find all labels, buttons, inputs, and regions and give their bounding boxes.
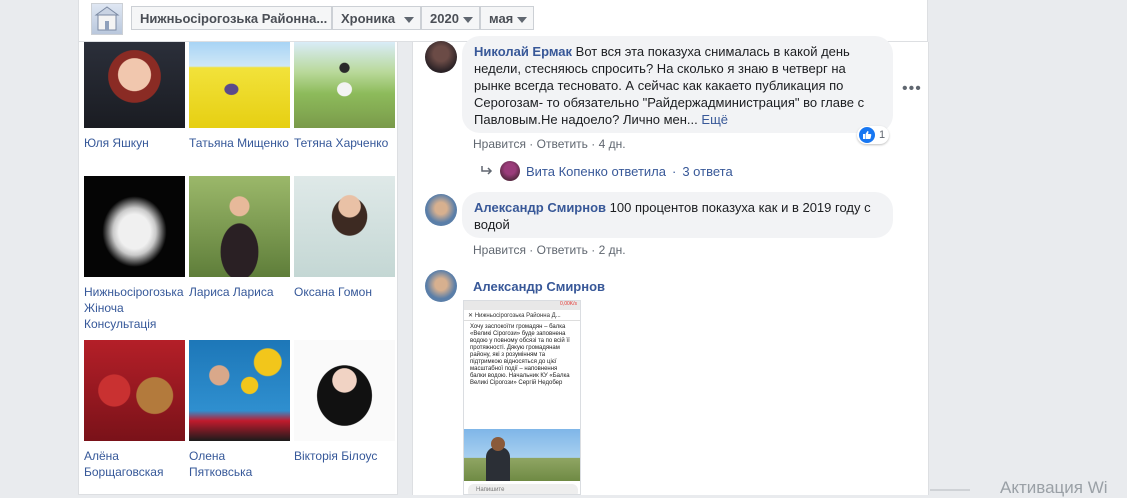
friend-name-link[interactable]: Оксана Гомон xyxy=(294,284,395,300)
attachment-post-text: Хочу заспокоїти громадян – балка «Великі… xyxy=(470,324,570,386)
chevron-down-icon xyxy=(463,17,473,23)
attachment-header-text: Нижньосірогозька Районна Д... xyxy=(474,313,561,319)
section-label: Хроника xyxy=(341,11,396,26)
friend-photo[interactable] xyxy=(189,340,290,441)
attachment-header: ✕ Нижньосірогозька Районна Д... xyxy=(464,310,580,321)
reply-arrow-icon xyxy=(481,166,493,175)
friend-name-link[interactable]: Нижньосірогозька Жіноча Консультація xyxy=(84,284,185,332)
friend-item[interactable]: Юля Яшкун xyxy=(84,42,185,151)
person-figure xyxy=(486,447,510,481)
friend-item[interactable]: Лариса Лариса xyxy=(189,176,290,300)
friend-item[interactable]: Олена Пятковська xyxy=(189,340,290,480)
friend-photo[interactable] xyxy=(84,176,185,277)
friend-item[interactable]: Тетяна Харченко xyxy=(294,42,395,151)
separator: · xyxy=(672,163,677,179)
comment-author-link[interactable]: Александр Смирнов xyxy=(474,200,606,215)
see-more-link[interactable]: Ещё xyxy=(701,112,728,127)
friend-item[interactable]: Оксана Гомон xyxy=(294,176,395,300)
comment-author-link[interactable]: Александр Смирнов xyxy=(473,279,605,294)
friend-name-link[interactable]: Татьяна Мищенко xyxy=(189,135,290,151)
friend-name-link[interactable]: Алёна Борщаговская xyxy=(84,448,185,480)
comment-time[interactable]: 2 дн. xyxy=(599,243,626,257)
friend-photo[interactable] xyxy=(294,340,395,441)
comment-bubble: Александр Смирнов 100 процентов показуха… xyxy=(462,192,893,238)
year-label: 2020 xyxy=(430,11,459,26)
attachment-comment-input: Напишите xyxy=(468,484,578,494)
windows-activation-watermark: Активация Wi xyxy=(1000,478,1108,497)
friend-photo[interactable] xyxy=(294,42,395,128)
like-link[interactable]: Нравится xyxy=(473,243,526,257)
like-link[interactable]: Нравится xyxy=(473,137,526,151)
page-name-select[interactable]: Нижньосірогозька Районна... xyxy=(131,6,332,30)
reply-link[interactable]: Ответить xyxy=(537,243,588,257)
replier-name[interactable]: Вита Копенко ответила xyxy=(526,164,666,179)
friend-item[interactable]: Алёна Борщаговская xyxy=(84,340,185,480)
comment-time[interactable]: 4 дн. xyxy=(599,137,626,151)
separator: · xyxy=(591,243,596,257)
friend-photo[interactable] xyxy=(189,176,290,277)
comment-actions: Нравится · Ответить · 2 дн. xyxy=(473,243,626,257)
divider xyxy=(930,489,970,491)
attachment-photo xyxy=(464,429,580,481)
friend-name-link[interactable]: Лариса Лариса xyxy=(189,284,290,300)
section-select[interactable]: Хроника xyxy=(332,6,421,30)
person-head xyxy=(491,437,505,451)
reply-link[interactable]: Ответить xyxy=(537,137,588,151)
year-select[interactable]: 2020 xyxy=(421,6,480,30)
like-reaction-icon xyxy=(859,127,875,143)
comment-image-attachment[interactable]: 0,00K/s ✕ Нижньосірогозька Районна Д... … xyxy=(463,300,581,495)
reply-count[interactable]: 3 ответа xyxy=(682,164,732,179)
building-icon xyxy=(94,6,120,31)
friend-photo[interactable] xyxy=(84,42,185,128)
chevron-down-icon xyxy=(517,17,527,23)
reaction-number: 1 xyxy=(879,129,886,141)
comment-author-link[interactable]: Николай Ермак xyxy=(474,44,572,59)
friend-item[interactable]: Татьяна Мищенко xyxy=(189,42,290,151)
separator: · xyxy=(529,243,534,257)
separator: · xyxy=(529,137,534,151)
avatar xyxy=(500,161,520,181)
comment-bubble: Николай Ермак Вот вся эта показуха снима… xyxy=(462,36,893,133)
friend-name-link[interactable]: Олена Пятковська xyxy=(189,448,290,480)
month-select[interactable]: мая xyxy=(480,6,534,30)
month-label: мая xyxy=(489,11,514,26)
status-bar-text: 0,00K/s xyxy=(464,301,580,310)
friend-photo[interactable] xyxy=(294,176,395,277)
avatar[interactable] xyxy=(425,194,457,226)
view-replies-link[interactable]: Вита Копенко ответила · 3 ответа xyxy=(480,161,733,181)
more-options-icon[interactable]: ••• xyxy=(902,80,922,98)
friend-name-link[interactable]: Вікторія Білоус xyxy=(294,448,395,464)
page-name-label: Нижньосірогозька Районна... xyxy=(140,11,328,26)
page-logo[interactable] xyxy=(91,3,123,35)
separator: · xyxy=(591,137,596,151)
reaction-count[interactable]: 1 xyxy=(857,126,890,144)
chevron-down-icon xyxy=(404,17,414,23)
friend-photo[interactable] xyxy=(84,340,185,441)
avatar[interactable] xyxy=(425,270,457,302)
friend-name-link[interactable]: Тетяна Харченко xyxy=(294,135,395,151)
friend-item[interactable]: Вікторія Білоус xyxy=(294,340,395,464)
friend-photo[interactable] xyxy=(189,42,290,128)
avatar[interactable] xyxy=(425,41,457,73)
friend-item[interactable]: Нижньосірогозька Жіноча Консультація xyxy=(84,176,185,331)
friends-panel: Юля Яшкун Татьяна Мищенко Тетяна Харченк… xyxy=(78,42,398,495)
friend-name-link[interactable]: Юля Яшкун xyxy=(84,135,185,151)
comment-actions: Нравится · Ответить · 4 дн. xyxy=(473,137,626,151)
